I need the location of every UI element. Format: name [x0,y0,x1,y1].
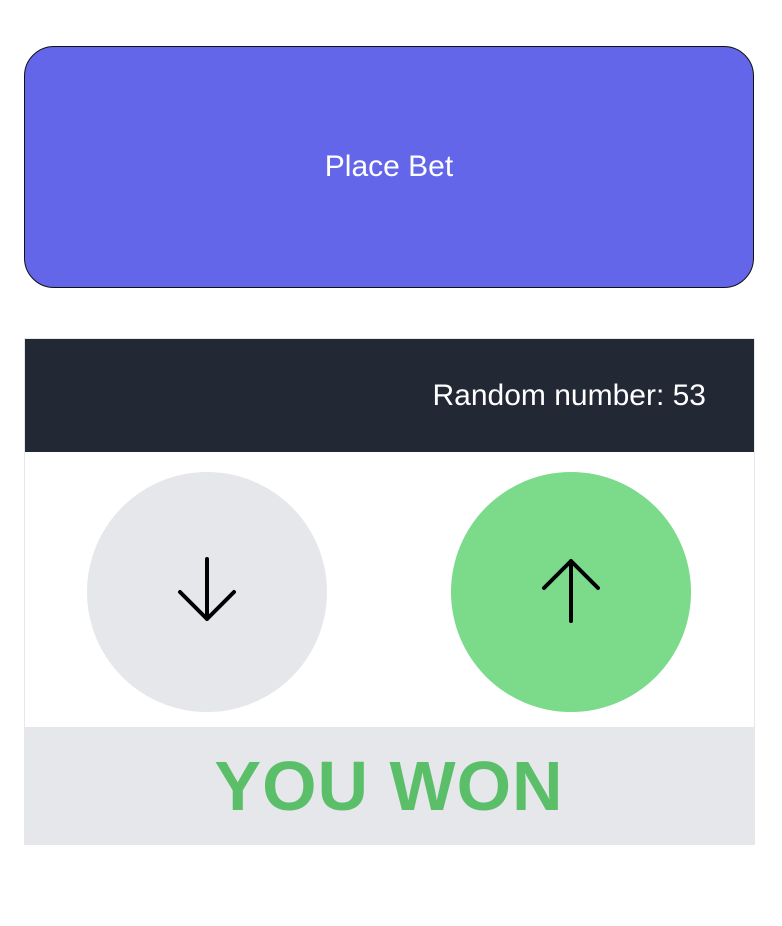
result-text: YOU WON [214,747,564,825]
game-panel: Random number: 53 YOU WON [23,338,755,845]
random-number-text: Random number: 53 [432,378,707,412]
random-number-header: Random number: 53 [25,339,754,452]
bet-higher-button[interactable] [451,472,691,712]
place-bet-button[interactable]: Place Bet [24,46,754,288]
arrow-down-icon [177,555,237,630]
result-banner: YOU WON [23,727,755,845]
bet-lower-button[interactable] [87,472,327,712]
place-bet-label: Place Bet [324,150,454,183]
arrow-up-icon [541,555,601,630]
